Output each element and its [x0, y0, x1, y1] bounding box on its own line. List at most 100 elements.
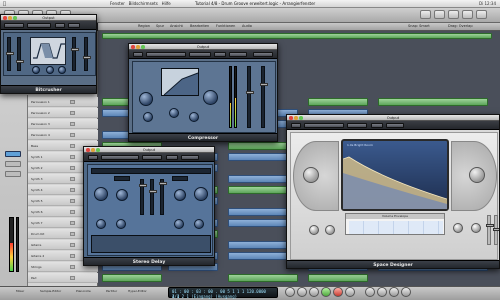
toolbar-button[interactable] [462, 10, 473, 19]
compare-button[interactable] [142, 155, 162, 160]
snap-menu[interactable]: Snap: Smart [408, 24, 430, 28]
slider[interactable] [71, 37, 79, 71]
solo-button[interactable] [389, 287, 399, 297]
view-menu[interactable] [253, 52, 273, 57]
mute-button[interactable] [70, 155, 75, 159]
play-button[interactable] [321, 287, 331, 297]
waveform-display[interactable] [30, 37, 66, 65]
menu-items[interactable]: Fenster Bildschirmsets Hilfe [110, 1, 171, 6]
mute-button[interactable] [70, 144, 75, 148]
toolbar-button[interactable] [434, 10, 445, 19]
compare-button[interactable] [27, 23, 51, 28]
release-knob[interactable] [143, 112, 153, 122]
mute-button[interactable] [70, 243, 75, 247]
mute-button[interactable] [70, 265, 75, 269]
copy-button[interactable] [55, 23, 65, 28]
copy-button[interactable] [166, 155, 178, 160]
compare-button[interactable] [189, 52, 211, 57]
arrange-region[interactable] [308, 274, 368, 282]
dry-slider[interactable] [486, 215, 494, 245]
rewind-button[interactable] [285, 287, 295, 297]
mute-button[interactable] [70, 276, 75, 280]
lowcut-knob[interactable] [174, 219, 184, 229]
record-button[interactable] [333, 287, 343, 297]
feedback-left-knob[interactable] [94, 187, 108, 201]
delay-left-knob[interactable] [116, 189, 128, 201]
paste-button[interactable] [181, 155, 199, 160]
copy-button[interactable] [371, 123, 383, 128]
mute-button[interactable] [70, 122, 75, 126]
mute-button[interactable] [70, 166, 75, 170]
highcut-knob[interactable] [116, 219, 126, 229]
forward-button[interactable] [297, 287, 307, 297]
gain-knob[interactable] [189, 112, 199, 122]
cycle-region[interactable] [102, 33, 492, 39]
tab-sample-editor[interactable]: Sample-Editor [40, 289, 61, 293]
paste-button[interactable] [229, 52, 247, 57]
metronome-button[interactable] [401, 287, 411, 297]
attack-knob[interactable] [139, 92, 153, 106]
length-knob[interactable] [469, 167, 485, 183]
tab-score[interactable]: Partitur [106, 289, 117, 293]
inspector-button[interactable] [5, 171, 21, 177]
crossfeed-slider[interactable] [139, 179, 147, 215]
toolbar-button[interactable] [448, 10, 459, 19]
toolbar-button[interactable] [420, 10, 431, 19]
preset-menu[interactable] [101, 155, 139, 160]
envelope-parameters[interactable] [349, 221, 443, 234]
toolbar-button[interactable] [476, 10, 487, 19]
mute-button[interactable] [70, 100, 75, 104]
inspector-button[interactable] [5, 161, 21, 167]
knob[interactable] [58, 66, 66, 74]
mute-button[interactable] [70, 188, 75, 192]
menu-hilfe[interactable]: Hilfe [162, 1, 171, 6]
cycle-button[interactable] [365, 287, 375, 297]
knob[interactable] [309, 225, 319, 235]
highcut-knob[interactable] [194, 219, 204, 229]
stop-button[interactable] [309, 287, 319, 297]
knob[interactable] [325, 225, 335, 235]
mute-button[interactable] [70, 232, 75, 236]
mix-slider[interactable] [159, 179, 167, 215]
knob[interactable] [471, 223, 481, 233]
mute-button[interactable] [70, 133, 75, 137]
mute-button[interactable] [70, 111, 75, 115]
delay-time-left[interactable] [114, 176, 130, 181]
knee-knob[interactable] [169, 108, 179, 118]
predelay-knob[interactable] [303, 167, 319, 183]
knob[interactable] [32, 66, 40, 74]
mute-button[interactable] [70, 221, 75, 225]
copy-button[interactable] [214, 52, 226, 57]
menu-funktionen[interactable]: Funktionen [216, 24, 235, 28]
feedback-right-knob[interactable] [194, 187, 208, 201]
tab-piano-roll[interactable]: Pianorolle [76, 289, 91, 293]
menu-fenster[interactable]: Fenster [110, 1, 125, 6]
bypass-button[interactable] [88, 155, 98, 160]
threshold-slider[interactable] [246, 66, 254, 128]
slider[interactable] [16, 37, 24, 71]
gain-slider[interactable] [260, 66, 268, 128]
tab-mixer[interactable]: Mixer [16, 289, 24, 293]
menu-bildschirmsets[interactable]: Bildschirmsets [129, 1, 158, 6]
delay-right-knob[interactable] [174, 189, 186, 201]
ratio-knob[interactable] [203, 90, 218, 105]
replace-button[interactable] [377, 287, 387, 297]
slider[interactable] [6, 37, 14, 71]
preset-menu[interactable] [146, 52, 186, 57]
mute-button[interactable] [70, 199, 75, 203]
paste-button[interactable] [386, 123, 404, 128]
drag-menu[interactable]: Drag: Overlap [448, 24, 473, 28]
arrange-region[interactable] [308, 98, 368, 106]
arrange-region[interactable] [228, 274, 298, 282]
pause-button[interactable] [345, 287, 355, 297]
mute-button[interactable] [70, 254, 75, 258]
wet-slider[interactable] [493, 215, 499, 245]
ir-display[interactable]: 1.0s Bright Room [341, 139, 449, 211]
slider[interactable] [83, 37, 91, 71]
tab-hyper-editor[interactable]: Hyper-Editor [128, 289, 147, 293]
mute-button[interactable] [70, 177, 75, 181]
apple-icon[interactable]:  [3, 1, 6, 7]
inspector-button[interactable] [5, 151, 21, 157]
compare-button[interactable] [347, 123, 367, 128]
menu-ansicht[interactable]: Ansicht [170, 24, 183, 28]
